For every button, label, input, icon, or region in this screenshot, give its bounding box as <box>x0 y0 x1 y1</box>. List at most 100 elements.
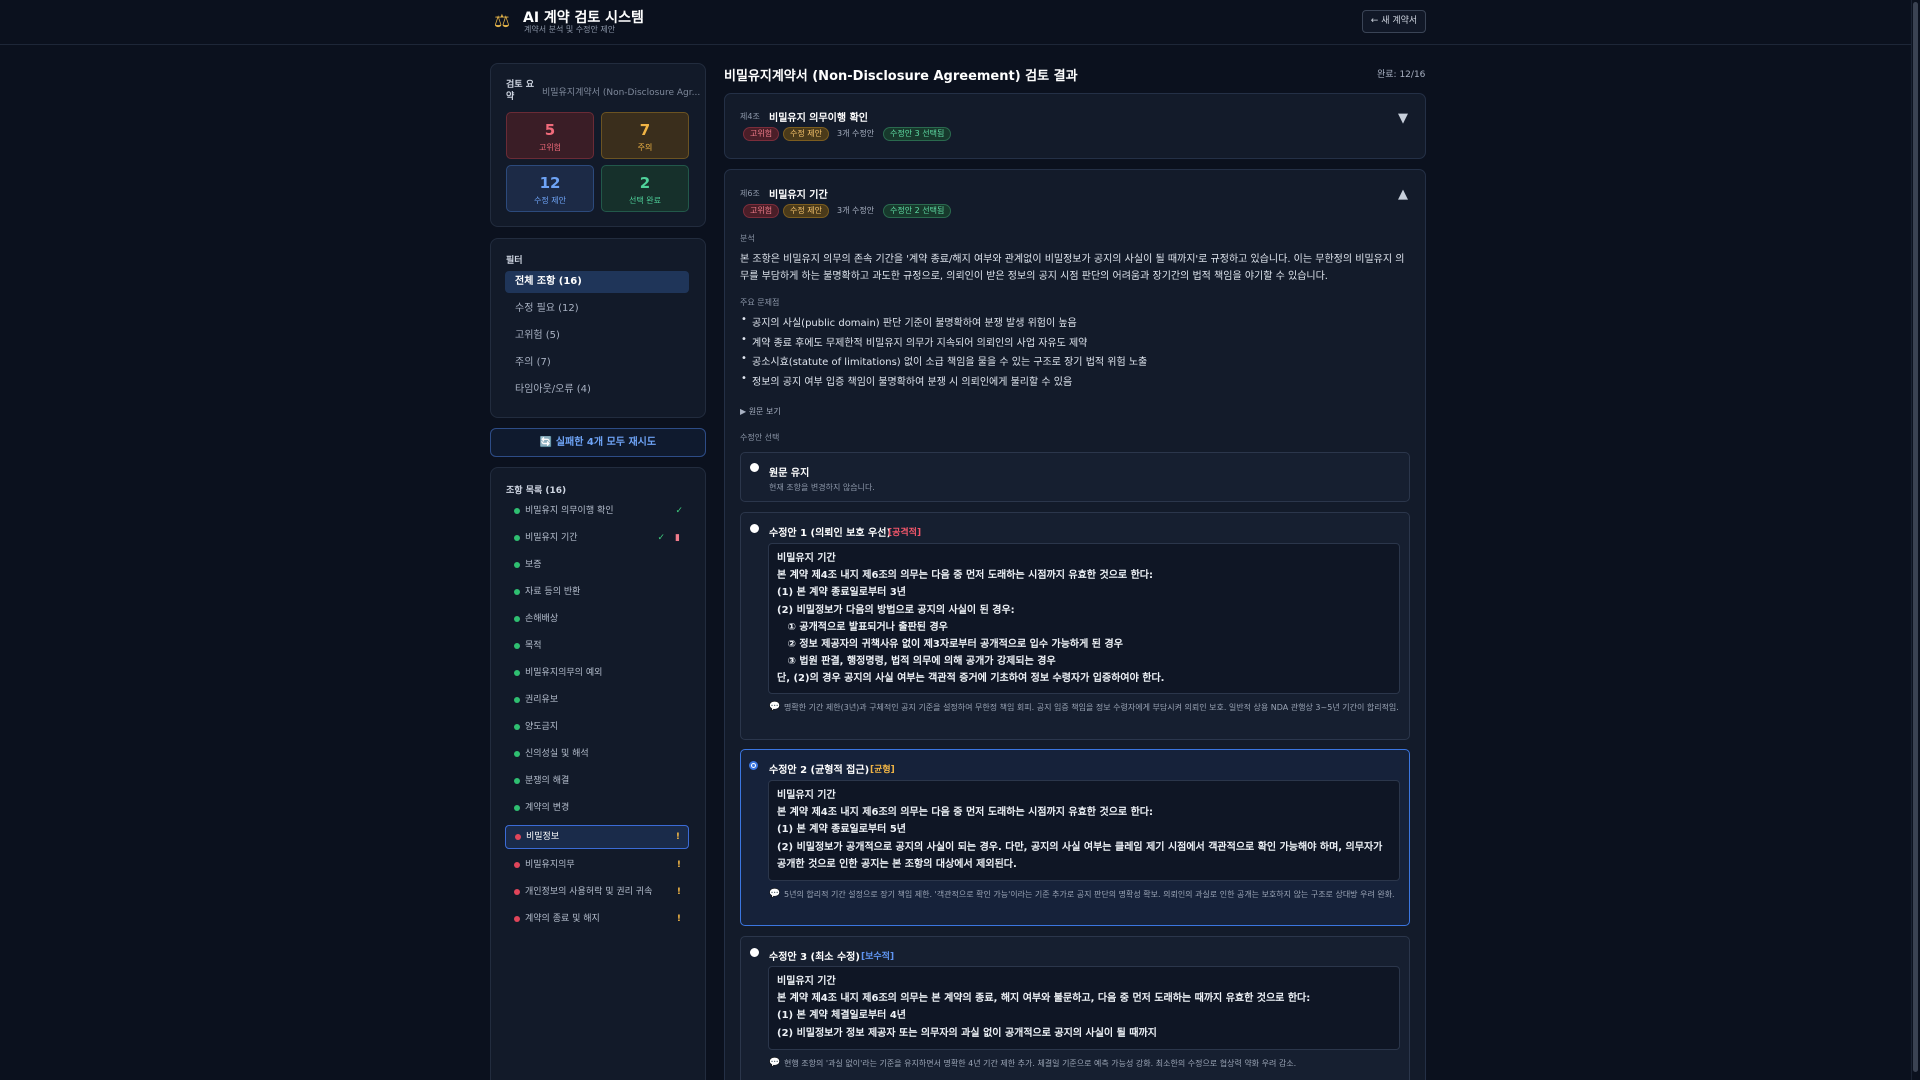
clause-item[interactable]: 비밀유지 기간 ✓ ▮ <box>505 527 689 549</box>
status-dot <box>514 778 520 784</box>
status-dot <box>514 724 520 730</box>
issue-item: 정보의 공지 여부 입증 책임이 불명확하여 분쟁 시 의뢰인에게 불리할 수 … <box>741 373 1072 388</box>
option-keep-original[interactable] <box>740 452 1410 502</box>
clause-item[interactable]: 손해배상 <box>505 608 689 630</box>
option-title: 수정안 3 (최소 수정) <box>769 952 860 963</box>
revision-note: 💬 현행 조항의 '과실 없이'라는 기준을 유지하면서 명확한 4년 기간 제… <box>768 1056 1400 1071</box>
clause-item[interactable]: 개인정보의 사용허락 및 권리 귀속 ! <box>505 881 689 903</box>
issues-label: 주요 문제점 <box>740 298 780 307</box>
status-dot <box>514 589 520 595</box>
analysis-label: 분석 <box>740 234 755 243</box>
document-icon: ▮ <box>675 533 680 543</box>
article-number: 제4조 <box>740 112 760 121</box>
revision-text-box: 비밀유지 기간 본 계약 제4조 내지 제6조의 의무는 다음 중 먼저 도래하… <box>768 543 1400 694</box>
clause-item[interactable]: 권리유보 <box>505 689 689 711</box>
check-icon: ✓ <box>657 533 665 543</box>
clause-item[interactable]: 자료 등의 반환 <box>505 581 689 603</box>
warning-icon: ! <box>676 914 681 924</box>
clause-item[interactable]: 계약의 종료 및 해지 ! <box>505 908 689 930</box>
status-dot <box>515 834 521 840</box>
radio-button-selected[interactable] <box>749 761 758 770</box>
clause-label: 비밀유지의무 <box>525 860 575 870</box>
issue-item: 계약 종료 후에도 무제한적 비밀유지 의무가 지속되어 의뢰인의 사업 자유도… <box>741 334 1087 349</box>
clause-card-collapsed[interactable] <box>724 93 1426 159</box>
summary-document-name: 비밀유지계약서 (Non-Disclosure Agr... <box>542 88 701 98</box>
status-dot <box>514 697 520 703</box>
analysis-text: 본 조항은 비밀유지 의무의 존속 기간을 '계약 종료/해지 여부와 관계없이… <box>740 254 1405 282</box>
chevron-down-icon[interactable]: ▼ <box>1398 111 1408 126</box>
radio-button[interactable] <box>750 524 759 533</box>
filter-caution[interactable]: 주의 (7) <box>505 352 689 374</box>
stat-value: 7 <box>639 121 651 139</box>
issue-text: 공지의 사실(public domain) 판단 기준이 불명확하여 분쟁 발생… <box>752 318 1077 329</box>
page-scrollbar-thumb[interactable] <box>1913 2 1918 1072</box>
clause-label: 양도금지 <box>525 722 559 732</box>
clause-item[interactable]: 비밀유지 의무이행 확인 ✓ <box>505 500 689 522</box>
suggest-badge: 수정 제안 <box>783 204 829 218</box>
status-dot <box>514 643 520 649</box>
risk-badge: 고위험 <box>743 127 780 141</box>
clause-item[interactable]: 비밀유지의무의 예외 <box>505 662 689 684</box>
status-dot <box>514 889 520 895</box>
article-number: 제6조 <box>740 189 760 198</box>
option-tag: [보수적] <box>861 952 895 962</box>
top-bar: ⚖ AI 계약 검토 시스템 계약서 분석 및 수정안 제안 ← 새 계약서 <box>0 0 1920 45</box>
clause-item[interactable]: 비밀유지의무 ! <box>505 854 689 876</box>
revision-text-box: 비밀유지 기간 본 계약 제4조 내지 제6조의 의무는 본 계약의 종료, 해… <box>768 966 1400 1050</box>
issue-text: 계약 종료 후에도 무제한적 비밀유지 의무가 지속되어 의뢰인의 사업 자유도… <box>752 338 1088 349</box>
new-contract-button[interactable]: ← 새 계약서 <box>1362 10 1426 33</box>
radio-button[interactable] <box>750 948 759 957</box>
selected-badge: 수정안 3 선택됨 <box>883 127 952 141</box>
suggest-badge: 수정 제안 <box>783 127 829 141</box>
filter-all[interactable]: 전체 조항 (16) <box>505 271 689 293</box>
revision-count: 3개 수정안 <box>837 206 875 215</box>
status-dot <box>514 751 520 757</box>
clause-item-active[interactable]: 비밀정보 ! <box>505 825 689 849</box>
filter-high-risk[interactable]: 고위험 (5) <box>505 325 689 347</box>
clause-item[interactable]: 보증 <box>505 554 689 576</box>
clause-label: 비밀유지 의무이행 확인 <box>525 506 614 516</box>
filter-timeout-error[interactable]: 타임아웃/오류 (4) <box>505 379 689 401</box>
clause-label: 목적 <box>525 641 542 651</box>
radio-button[interactable] <box>750 463 759 472</box>
issue-item: 공소시효(statute of limitations) 없이 소급 책임을 물… <box>741 353 1147 368</box>
stat-label: 선택 완료 <box>629 196 661 205</box>
revision-text-box: 비밀유지 기간 본 계약 제4조 내지 제6조의 의무는 다음 중 먼저 도래하… <box>768 780 1400 881</box>
chevron-up-icon[interactable]: ▲ <box>1398 187 1408 202</box>
clause-item[interactable]: 신의성실 및 해석 <box>505 743 689 765</box>
clause-item[interactable]: 양도금지 <box>505 716 689 738</box>
option-title: 원문 유지 <box>769 468 810 479</box>
stat-label: 주의 <box>637 143 653 152</box>
issue-item: 공지의 사실(public domain) 판단 기준이 불명확하여 분쟁 발생… <box>741 314 1077 329</box>
comment-icon: 💬 <box>769 889 781 899</box>
stat-value: 5 <box>544 121 556 139</box>
stat-high-risk[interactable]: 5 고위험 <box>506 112 594 159</box>
stat-selected[interactable]: 2 선택 완료 <box>601 165 689 212</box>
clause-item[interactable]: 목적 <box>505 635 689 657</box>
status-dot <box>514 508 520 514</box>
view-original-toggle[interactable]: ▶ 원문 보기 <box>740 406 781 417</box>
check-icon: ✓ <box>675 506 683 516</box>
stat-value: 12 <box>539 174 561 192</box>
retry-failed-button[interactable]: 🔄 실패한 4개 모두 재시도 <box>490 428 706 457</box>
scales-icon: ⚖ <box>493 11 511 32</box>
progress-text: 완료: 12/16 <box>1377 70 1426 80</box>
issue-text: 정보의 공지 여부 입증 책임이 불명확하여 분쟁 시 의뢰인에게 불리할 수 … <box>752 377 1073 388</box>
issue-text: 공소시효(statute of limitations) 없이 소급 책임을 물… <box>752 357 1148 368</box>
note-text: 명확한 기간 제한(3년)과 구체적인 공지 기준을 설정하여 무한정 책임 회… <box>784 703 1399 712</box>
filter-needs-revision[interactable]: 수정 필요 (12) <box>505 298 689 320</box>
status-dot <box>514 805 520 811</box>
status-dot <box>514 862 520 868</box>
warning-icon: ! <box>676 887 681 897</box>
option-tag: [균형] <box>870 765 895 775</box>
stat-value: 2 <box>639 174 651 192</box>
stat-label: 수정 제안 <box>534 196 566 205</box>
stat-suggestions[interactable]: 12 수정 제안 <box>506 165 594 212</box>
clause-item[interactable]: 계약의 변경 <box>505 797 689 819</box>
stat-caution[interactable]: 7 주의 <box>601 112 689 159</box>
comment-icon: 💬 <box>769 702 781 712</box>
summary-title: 검토 요약 <box>506 80 534 102</box>
app-subtitle: 계약서 분석 및 수정안 제안 <box>524 25 616 34</box>
clause-label: 계약의 종료 및 해지 <box>525 914 600 924</box>
clause-item[interactable]: 분쟁의 해결 <box>505 770 689 792</box>
